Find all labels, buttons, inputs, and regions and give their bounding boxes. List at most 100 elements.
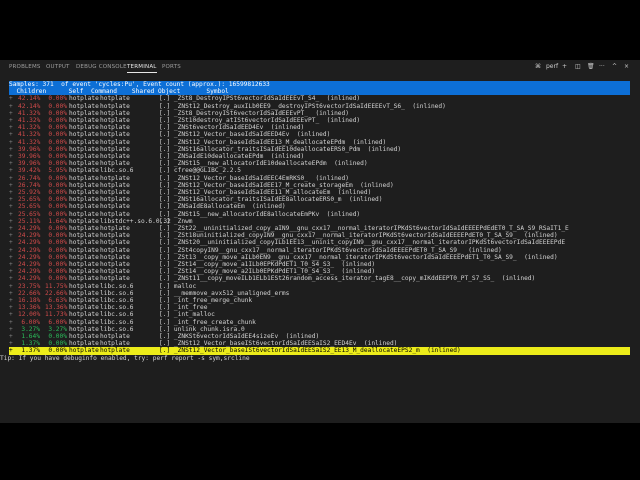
- report-row[interactable]: +26.74% 0.00% hotplate hotplate [.] _ZNSt12_…: [9, 182, 630, 189]
- trash-icon[interactable]: 🗑: [587, 63, 595, 70]
- expand-toggle[interactable]: +: [9, 218, 13, 225]
- tab-ports[interactable]: PORTS: [162, 64, 181, 70]
- expand-toggle[interactable]: +: [9, 326, 13, 333]
- report-row[interactable]: +24.29% 0.00% hotplate hotplate [.] _ZSt4cop…: [9, 247, 630, 254]
- expand-toggle[interactable]: +: [9, 189, 13, 196]
- tab-output[interactable]: OUTPUT: [46, 64, 70, 70]
- report-row[interactable]: +39.42% 5.95% hotplate libc.so.6 [.] cfree@@…: [9, 167, 630, 174]
- expand-toggle[interactable]: +: [9, 319, 13, 326]
- report-row[interactable]: +41.32% 0.00% hotplate hotplate [.] _ZSt10de…: [9, 117, 630, 124]
- report-row[interactable]: +24.29% 0.00% hotplate hotplate [.] _ZNSt20_…: [9, 239, 630, 246]
- report-row[interactable]: +16.18% 6.63% hotplate libc.so.6 [.] _int_fr…: [9, 297, 630, 304]
- symbol-name: [.] _ZNSt11__copy_moveILb1ELb1ESt26rando…: [159, 275, 536, 283]
- expand-toggle[interactable]: +: [9, 196, 13, 203]
- report-row[interactable]: +39.96% 0.00% hotplate hotplate [.] _ZNSt16a…: [9, 146, 630, 153]
- expand-toggle[interactable]: +: [9, 290, 13, 297]
- symbol-name: [.] _ZSt8_DestroyIPSt6vectorIdSaIdEEEvT_…: [159, 95, 361, 103]
- expand-toggle[interactable]: +: [9, 167, 13, 174]
- report-row[interactable]: +24.29% 0.00% hotplate hotplate [.] _ZSt13__…: [9, 254, 630, 261]
- report-row[interactable]: +39.96% 0.00% hotplate hotplate [.] _ZNSt15_…: [9, 160, 630, 167]
- command-name: hotplate: [69, 153, 99, 160]
- expand-toggle[interactable]: +: [9, 103, 13, 110]
- report-row[interactable]: +3.27% 3.27% hotplate libc.so.6 [.] unlink_c…: [9, 326, 630, 333]
- report-row[interactable]: +26.74% 0.00% hotplate hotplate [.] _ZNSt12_…: [9, 175, 630, 182]
- report-row[interactable]: +25.65% 0.00% hotplate hotplate [.] _ZNSt16a…: [9, 196, 630, 203]
- report-row[interactable]: +23.75% 11.75% hotplate libc.so.6 [.] malloc: [9, 283, 630, 290]
- shared-object: libc.so.6: [100, 167, 134, 175]
- expand-toggle[interactable]: +: [9, 297, 13, 304]
- children-percent: 23.75%: [18, 282, 41, 290]
- expand-toggle[interactable]: +: [9, 225, 13, 232]
- expand-toggle[interactable]: +: [9, 333, 13, 340]
- report-row[interactable]: +24.29% 0.00% hotplate hotplate [.] _ZSt18un…: [9, 232, 630, 239]
- tab-debug-console[interactable]: DEBUG CONSOLE: [76, 64, 127, 70]
- expand-toggle[interactable]: +: [9, 239, 13, 246]
- expand-toggle[interactable]: +: [9, 340, 13, 347]
- report-row[interactable]: +25.65% 0.00% hotplate hotplate [.] _ZNSt15_…: [9, 211, 630, 218]
- expand-toggle[interactable]: +: [9, 175, 13, 182]
- command-name: hotplate: [69, 275, 99, 283]
- report-row[interactable]: +42.14% 0.00% hotplate hotplate [.] _ZSt8_De…: [9, 95, 630, 102]
- maximize-panel-icon[interactable]: ^: [612, 63, 617, 70]
- report-row[interactable]: +1.64% 0.00% hotplate hotplate [.] _ZNKSt6ve…: [9, 333, 630, 340]
- expand-toggle[interactable]: +: [9, 347, 13, 354]
- report-row[interactable]: +24.29% 0.00% hotplate hotplate [.] _ZNSt11_…: [9, 275, 630, 282]
- symbol-name: [.] _ZNSt20__uninitialized_copyILb1EE13_…: [159, 239, 566, 247]
- new-terminal-button[interactable]: +: [562, 63, 567, 70]
- expand-toggle[interactable]: +: [9, 203, 13, 210]
- report-row[interactable]: +25.65% 0.00% hotplate hotplate [.] _ZNSaIdE…: [9, 203, 630, 210]
- self-percent: 11.73%: [45, 311, 68, 319]
- report-row[interactable]: +1.37% 0.00% hotplate hotplate [.] _ZNSt12_V…: [9, 340, 630, 347]
- symbol-name: [.] _ZSt18uninitialized_copyIN9__gnu_cxx…: [159, 232, 558, 240]
- expand-toggle[interactable]: +: [9, 247, 13, 254]
- close-panel-icon[interactable]: ×: [624, 63, 629, 70]
- report-row[interactable]: +41.32% 0.00% hotplate hotplate [.] _ZNSt12_…: [9, 139, 630, 146]
- expand-toggle[interactable]: +: [9, 182, 13, 189]
- report-row[interactable]: +39.96% 0.00% hotplate hotplate [.] _ZNSaIdE…: [9, 153, 630, 160]
- report-row[interactable]: +24.29% 0.00% hotplate hotplate [.] _ZSt22__…: [9, 225, 630, 232]
- report-row[interactable]: +6.00% 6.00% hotplate libc.so.6 [.] _int_fre…: [9, 319, 630, 326]
- split-terminal-icon[interactable]: ◫: [575, 63, 581, 70]
- self-percent: 0.00%: [48, 109, 67, 117]
- report-row[interactable]: +41.32% 0.00% hotplate hotplate [.] _ZSt8_De…: [9, 110, 630, 117]
- symbol-name: [.] unlink_chunk.isra.0: [159, 325, 245, 333]
- expand-toggle[interactable]: +: [9, 124, 13, 131]
- expand-toggle[interactable]: +: [9, 160, 13, 167]
- expand-toggle[interactable]: +: [9, 304, 13, 311]
- expand-toggle[interactable]: +: [9, 95, 13, 102]
- expand-toggle[interactable]: +: [9, 254, 13, 261]
- expand-toggle[interactable]: +: [9, 232, 13, 239]
- expand-toggle[interactable]: +: [9, 261, 13, 268]
- more-actions-icon[interactable]: ···: [599, 63, 605, 70]
- symbol-name: [.] _Znwm: [159, 217, 193, 225]
- report-row[interactable]: +13.36% 13.36% hotplate libc.so.6 [.] _int_f…: [9, 304, 630, 311]
- expand-toggle[interactable]: +: [9, 311, 13, 318]
- expand-toggle[interactable]: +: [9, 110, 13, 117]
- report-row[interactable]: +25.11% 1.64% hotplate libstdc++.so.6.0.32[…: [9, 218, 630, 225]
- tab-terminal[interactable]: TERMINAL: [127, 64, 157, 73]
- report-row[interactable]: +25.92% 0.00% hotplate hotplate [.] _ZNSt12_…: [9, 189, 630, 196]
- self-percent: 0.00%: [48, 117, 67, 124]
- expand-toggle[interactable]: +: [9, 117, 13, 124]
- expand-toggle[interactable]: +: [9, 211, 13, 218]
- terminal-shell-label[interactable]: perf: [546, 63, 558, 70]
- expand-toggle[interactable]: +: [9, 139, 13, 146]
- expand-toggle[interactable]: +: [9, 146, 13, 153]
- shared-object: hotplate: [100, 268, 130, 276]
- expand-toggle[interactable]: +: [9, 268, 13, 275]
- shared-object: hotplate: [100, 340, 130, 348]
- expand-toggle[interactable]: +: [9, 131, 13, 138]
- report-row[interactable]: +41.32% 0.00% hotplate hotplate [.] _ZNSt6ve…: [9, 124, 630, 131]
- expand-toggle[interactable]: +: [9, 153, 13, 160]
- selected-report-row[interactable]: +1.37% 0.00% hotplate hotplate [.] _ZNSt12_V…: [9, 347, 630, 355]
- expand-toggle[interactable]: +: [9, 283, 13, 290]
- report-row[interactable]: +42.14% 0.00% hotplate hotplate [.] _ZNSt12_…: [9, 103, 630, 110]
- report-row[interactable]: +24.29% 0.00% hotplate hotplate [.] _ZSt14__…: [9, 268, 630, 275]
- tab-problems[interactable]: PROBLEMS: [9, 64, 41, 70]
- report-row[interactable]: +22.66% 22.66% hotplate libc.so.6 [.] __memm…: [9, 290, 630, 297]
- report-row[interactable]: +12.00% 11.73% hotplate libc.so.6 [.] _int_m…: [9, 311, 630, 318]
- children-percent: 42.14%: [18, 95, 41, 103]
- report-row[interactable]: +24.29% 0.00% hotplate hotplate [.] _ZSt14__…: [9, 261, 630, 268]
- report-row[interactable]: +41.32% 0.00% hotplate hotplate [.] _ZNSt12_…: [9, 131, 630, 138]
- expand-toggle[interactable]: +: [9, 275, 13, 282]
